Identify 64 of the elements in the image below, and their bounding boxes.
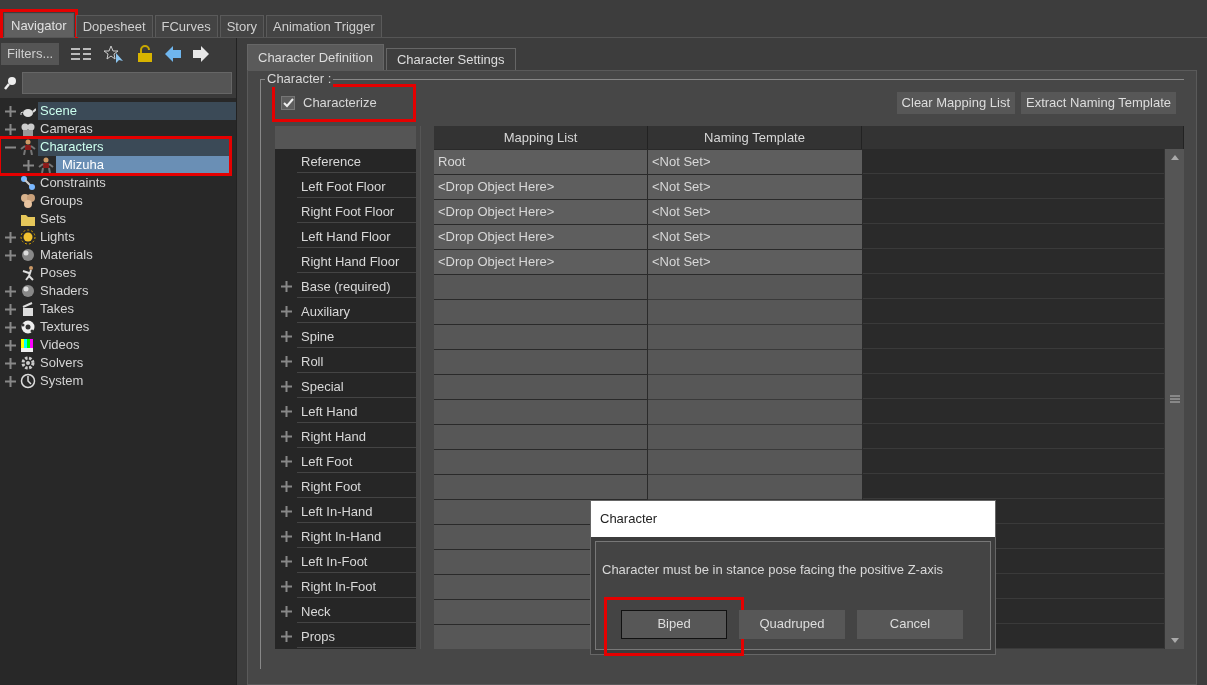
row-label: Right Foot Floor	[297, 200, 416, 223]
tab[interactable]: Character Definition	[247, 44, 384, 70]
table-cell[interactable]: <Not Set>	[648, 175, 862, 199]
row-label: Right In-Foot	[297, 575, 416, 598]
checkbox-label: Characterize	[303, 94, 378, 113]
table-cell[interactable]: <Not Set>	[648, 200, 862, 224]
tree-item[interactable]: Materials	[38, 246, 236, 264]
dialog-title: Character	[591, 501, 995, 537]
column-header: Mapping List	[434, 126, 648, 149]
row-label: Props	[297, 625, 416, 648]
tree-item[interactable]: Videos	[38, 336, 236, 354]
tree-item[interactable]: Textures	[38, 318, 236, 336]
tree-item[interactable]: System	[38, 372, 236, 390]
row-label: Auxiliary	[297, 300, 416, 323]
table-cell[interactable]: <Drop Object Here>	[434, 200, 647, 224]
button[interactable]: Extract Naming Template	[1021, 92, 1176, 114]
table-cell[interactable]: <Not Set>	[648, 150, 862, 174]
row-label: Left In-Foot	[297, 550, 416, 573]
row-label: Left Foot	[297, 450, 416, 473]
tree-item[interactable]: Mizuha	[56, 156, 230, 174]
tree-item[interactable]: Shaders	[38, 282, 236, 300]
row-label: Base (required)	[297, 275, 416, 298]
table-cell[interactable]: <Not Set>	[648, 225, 862, 249]
row-label: Right Foot	[297, 475, 416, 498]
tree-item[interactable]: Lights	[38, 228, 236, 246]
button[interactable]: Cancel	[857, 609, 963, 639]
table-cell[interactable]: <Drop Object Here>	[434, 175, 647, 199]
row-label: Reference	[297, 150, 416, 173]
row-label: Left In-Hand	[297, 500, 416, 523]
tree-item[interactable]: Scene	[38, 102, 236, 120]
table-cell[interactable]: <Not Set>	[648, 250, 862, 274]
row-label: Left Hand Floor	[297, 225, 416, 248]
button[interactable]: Quadruped	[739, 609, 845, 639]
row-label: Right Hand Floor	[297, 250, 416, 273]
row-label: Spine	[297, 325, 416, 348]
tab[interactable]: Story	[219, 15, 264, 37]
row-label: Right In-Hand	[297, 525, 416, 548]
tab[interactable]: Character Settings	[385, 48, 516, 70]
row-label: Left Hand	[297, 400, 416, 423]
row-label: Right Hand	[297, 425, 416, 448]
tree-item[interactable]: Takes	[38, 300, 236, 318]
tree-item[interactable]: Constraints	[38, 174, 236, 192]
table-cell[interactable]: <Drop Object Here>	[434, 225, 647, 249]
tab[interactable]: Dopesheet	[75, 15, 153, 37]
tree-item[interactable]: Solvers	[38, 354, 236, 372]
tree-item[interactable]: Cameras	[38, 120, 236, 138]
button[interactable]: Biped	[621, 609, 727, 639]
column-header: Naming Template	[648, 126, 862, 149]
tree-item[interactable]: Poses	[38, 264, 236, 282]
table-cell[interactable]: Root	[434, 150, 647, 174]
tree-item[interactable]: Characters	[38, 138, 230, 156]
tree-item[interactable]: Sets	[38, 210, 236, 228]
tab[interactable]: Animation Trigger	[266, 15, 382, 37]
table-cell[interactable]: <Drop Object Here>	[434, 250, 647, 274]
button[interactable]: Clear Mapping List	[896, 92, 1015, 114]
row-label: Left Foot Floor	[297, 175, 416, 198]
tab[interactable]: FCurves	[154, 15, 218, 37]
row-label: Neck	[297, 600, 416, 623]
dialog-message: Character must be in stance pose facing the positive Z-axis	[602, 561, 945, 579]
filters-button[interactable]: Filters...	[1, 43, 60, 65]
row-label: Special	[297, 375, 416, 398]
row-label: Roll	[297, 350, 416, 373]
group-title: Character :	[265, 71, 334, 87]
tree-item[interactable]: Groups	[38, 192, 236, 210]
